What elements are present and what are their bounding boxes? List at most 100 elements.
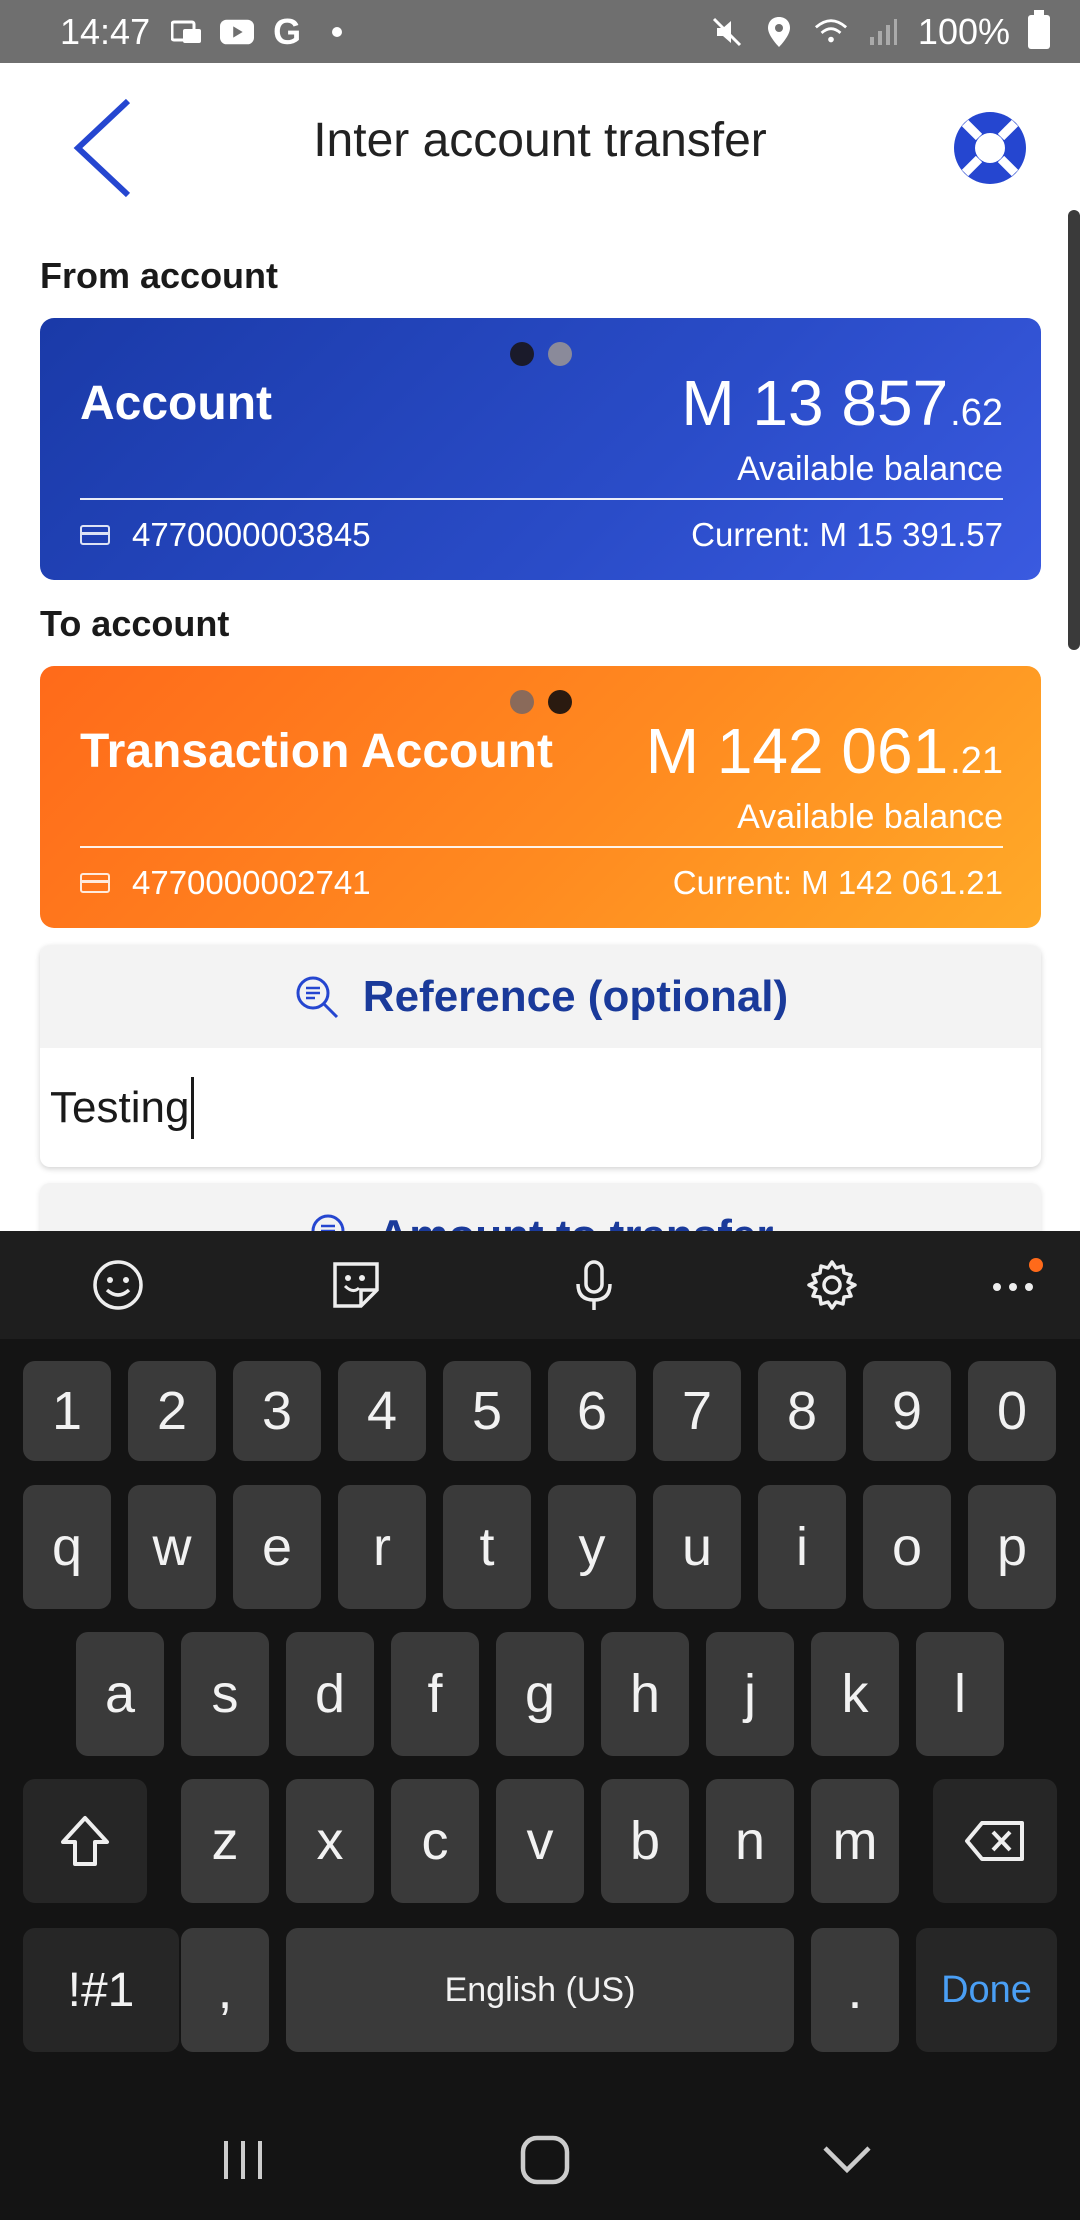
message-icon (170, 15, 204, 49)
key-5[interactable]: 5 (443, 1361, 531, 1461)
key-q[interactable]: q (23, 1485, 111, 1609)
key-m[interactable]: m (811, 1779, 899, 1903)
key-g[interactable]: g (496, 1632, 584, 1756)
emoji-icon (93, 1260, 143, 1310)
signal-icon (866, 15, 900, 49)
key-n[interactable]: n (706, 1779, 794, 1903)
key-4[interactable]: 4 (338, 1361, 426, 1461)
key-w[interactable]: w (128, 1485, 216, 1609)
hide-keyboard-button[interactable] (812, 2125, 882, 2195)
reference-input[interactable]: Testing (40, 1048, 1041, 1167)
shift-key[interactable] (23, 1779, 147, 1903)
reference-title: Reference (optional) (362, 971, 789, 1021)
key-9[interactable]: 9 (863, 1361, 951, 1461)
space-key[interactable]: English (US) (286, 1928, 794, 2052)
to-available-label: Available balance (737, 798, 1003, 836)
keyboard-toolbar (0, 1231, 1080, 1339)
card-icon (80, 525, 110, 545)
sticker-button[interactable] (326, 1255, 386, 1315)
help-button[interactable] (950, 108, 1030, 188)
key-0[interactable]: 0 (968, 1361, 1056, 1461)
key-e[interactable]: e (233, 1485, 321, 1609)
key-j[interactable]: j (706, 1632, 794, 1756)
key-6[interactable]: 6 (548, 1361, 636, 1461)
key-t[interactable]: t (443, 1485, 531, 1609)
key-h[interactable]: h (601, 1632, 689, 1756)
key-v[interactable]: v (496, 1779, 584, 1903)
key-c[interactable]: c (391, 1779, 479, 1903)
text-caret (191, 1076, 195, 1139)
key-i[interactable]: i (758, 1485, 846, 1609)
from-available-label: Available balance (737, 450, 1003, 488)
more-options-button[interactable] (984, 1255, 1044, 1315)
chevron-down-icon (823, 2146, 871, 2174)
period-key[interactable]: . (811, 1928, 899, 2052)
key-8[interactable]: 8 (758, 1361, 846, 1461)
navigation-bar (0, 2095, 1080, 2220)
reference-panel: Reference (optional) Testing (40, 945, 1041, 1167)
key-p[interactable]: p (968, 1485, 1056, 1609)
status-bar: 14:47 G 100% (0, 0, 1080, 63)
reference-input-value: Testing (50, 1082, 190, 1132)
key-a[interactable]: a (76, 1632, 164, 1756)
symbols-key[interactable]: !#1 (23, 1928, 179, 2052)
key-y[interactable]: y (548, 1485, 636, 1609)
key-s[interactable]: s (181, 1632, 269, 1756)
from-account-number: 4770000003845 (132, 516, 371, 553)
from-account-label: From account (40, 255, 279, 296)
from-account-card[interactable]: Account M 13 857.62 Available balance 47… (40, 318, 1041, 580)
mute-icon (710, 15, 744, 49)
microphone-icon (576, 1260, 612, 1310)
to-account-number-row: 4770000002741 (80, 864, 371, 902)
carousel-dot (509, 690, 534, 714)
search-list-icon (311, 1214, 344, 1233)
key-b[interactable]: b (601, 1779, 689, 1903)
from-amount-cents: .62 (950, 392, 1003, 434)
key-7[interactable]: 7 (653, 1361, 741, 1461)
key-k[interactable]: k (811, 1632, 899, 1756)
search-list-icon (296, 976, 338, 1018)
key-o[interactable]: o (863, 1485, 951, 1609)
to-account-card[interactable]: Transaction Account M 142 061.21 Availab… (40, 666, 1041, 928)
backspace-icon (965, 1821, 1024, 1861)
comma-key[interactable]: , (181, 1928, 269, 2052)
battery-icon (1028, 9, 1050, 49)
key-f[interactable]: f (391, 1632, 479, 1756)
amount-panel[interactable]: Amount to transfer (40, 1183, 1041, 1233)
home-button[interactable] (510, 2125, 580, 2195)
to-account-balance: M 142 061.21 (646, 714, 1003, 788)
location-icon (762, 15, 796, 49)
to-account-label: To account (40, 603, 230, 644)
emoji-button[interactable] (88, 1255, 148, 1315)
backspace-key[interactable] (933, 1779, 1057, 1903)
to-account-number: 4770000002741 (132, 864, 371, 901)
key-d[interactable]: d (286, 1632, 374, 1756)
key-3[interactable]: 3 (233, 1361, 321, 1461)
keyboard-settings-button[interactable] (802, 1255, 862, 1315)
key-x[interactable]: x (286, 1779, 374, 1903)
status-time: 14:47 (60, 10, 151, 52)
more-icon (993, 1258, 1043, 1291)
home-icon (520, 2135, 570, 2185)
carousel-dot (547, 342, 572, 366)
done-key[interactable]: Done (916, 1928, 1057, 2052)
card-icon (80, 873, 110, 893)
carousel-dot-active (509, 342, 534, 366)
key-r[interactable]: r (338, 1485, 426, 1609)
key-l[interactable]: l (916, 1632, 1004, 1756)
youtube-icon (220, 15, 255, 49)
key-u[interactable]: u (653, 1485, 741, 1609)
from-amount-main: M 13 857 (681, 367, 949, 439)
recent-apps-button[interactable] (208, 2125, 278, 2195)
voice-input-button[interactable] (564, 1255, 624, 1315)
scrollbar[interactable] (1068, 210, 1080, 650)
card-divider (80, 846, 1003, 848)
to-amount-main: M 142 061 (645, 715, 949, 787)
google-icon: G (273, 10, 302, 52)
key-2[interactable]: 2 (128, 1361, 216, 1461)
to-current-balance: Current: M 142 061.21 (672, 864, 1003, 901)
battery-level: 100% (917, 10, 1010, 52)
key-z[interactable]: z (181, 1779, 269, 1903)
key-1[interactable]: 1 (23, 1361, 111, 1461)
from-current-balance: Current: M 15 391.57 (691, 516, 1003, 553)
